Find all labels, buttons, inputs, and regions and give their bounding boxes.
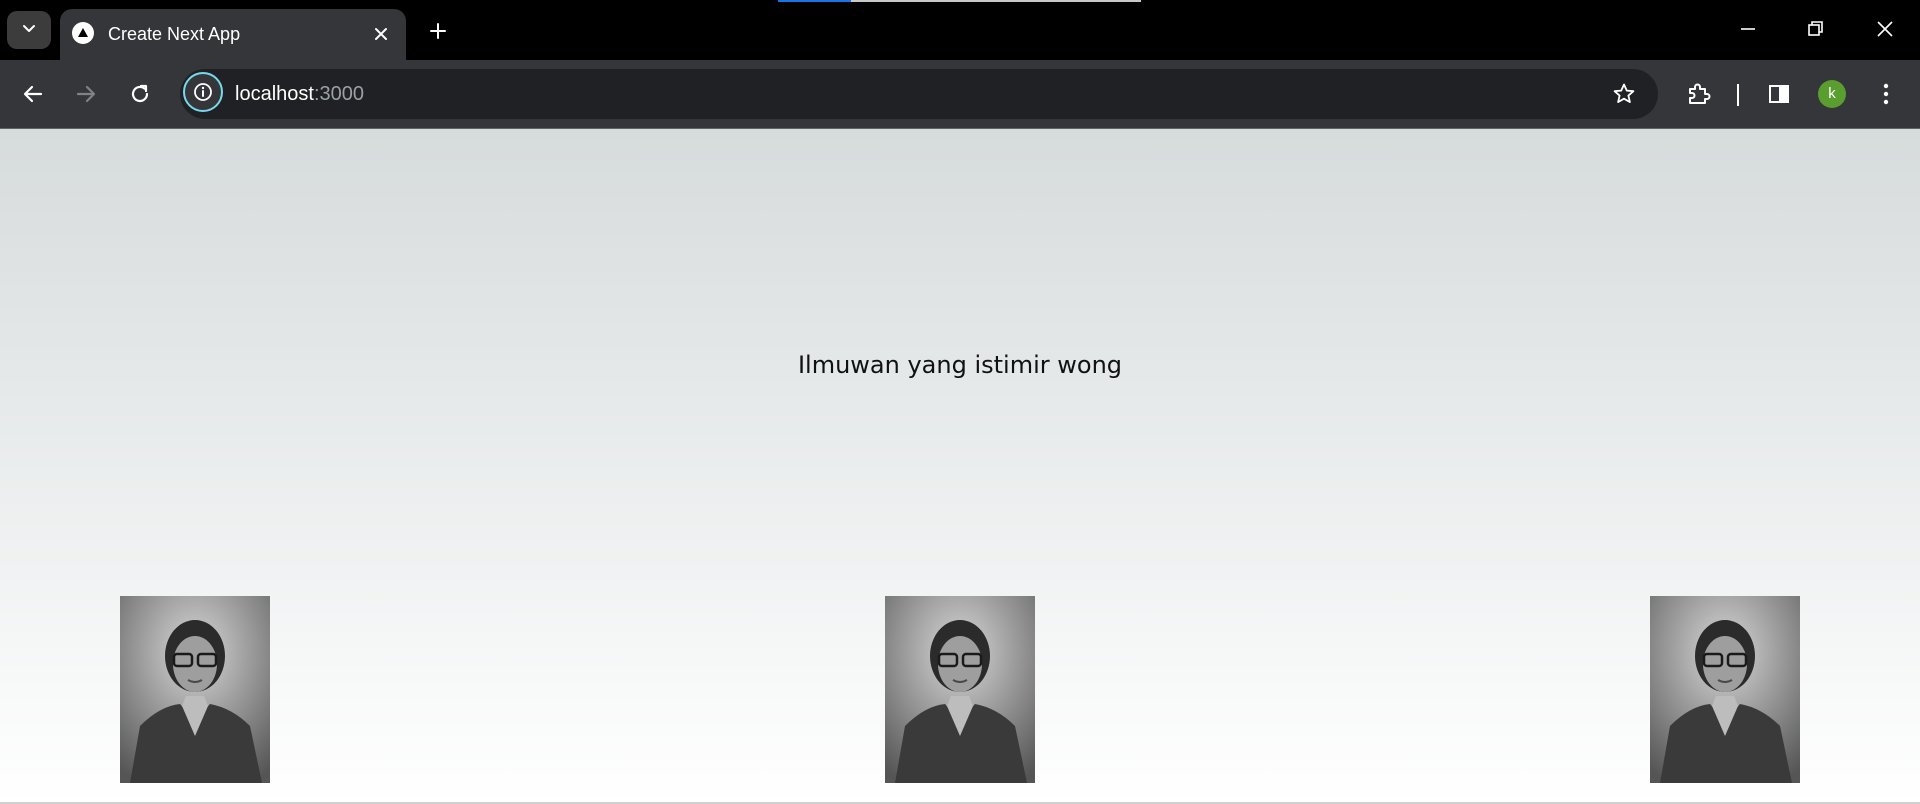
- close-window-icon[interactable]: [1863, 10, 1907, 48]
- chevron-down-icon: [21, 20, 37, 41]
- portrait-image: [885, 596, 1035, 783]
- page-heading: Ilmuwan yang istimir wong: [797, 351, 1123, 379]
- plus-icon[interactable]: [424, 17, 452, 45]
- loading-progress-bar: [778, 0, 1141, 2]
- star-icon[interactable]: [1610, 80, 1638, 108]
- url-host: localhost: [235, 83, 314, 105]
- browser-tab[interactable]: Create Next App: [60, 9, 406, 60]
- profile-avatar[interactable]: k: [1818, 80, 1846, 108]
- tab-search-button[interactable]: [7, 11, 51, 49]
- url-text[interactable]: localhost:3000: [235, 82, 364, 106]
- kebab-menu-icon[interactable]: [1866, 74, 1906, 114]
- tab-strip: Create Next App: [0, 0, 1920, 60]
- portrait-photo-1: [120, 596, 270, 783]
- portrait-photo-3: [1650, 596, 1800, 783]
- close-icon[interactable]: [370, 23, 392, 45]
- reload-icon[interactable]: [120, 74, 160, 114]
- page-content: Ilmuwan yang istimir wong: [0, 129, 1920, 804]
- tab-title: Create Next App: [108, 24, 241, 44]
- address-bar[interactable]: localhost:3000: [180, 69, 1658, 119]
- back-arrow-icon[interactable]: [13, 74, 53, 114]
- toolbar-divider: [1737, 84, 1739, 106]
- extensions-icon[interactable]: [1679, 74, 1719, 114]
- restore-icon[interactable]: [1794, 10, 1838, 48]
- url-port: :3000: [313, 83, 364, 105]
- info-icon[interactable]: [183, 72, 223, 112]
- forward-arrow-icon[interactable]: [66, 74, 106, 114]
- portrait-image: [1650, 596, 1800, 783]
- portrait-photo-2: [885, 596, 1035, 783]
- minimize-icon[interactable]: [1726, 10, 1770, 48]
- loading-progress-fill: [778, 0, 851, 2]
- nextjs-favicon-icon: [72, 22, 94, 44]
- portrait-image: [120, 596, 270, 783]
- browser-toolbar: localhost:3000 k: [0, 60, 1920, 129]
- side-panel-icon[interactable]: [1759, 74, 1799, 114]
